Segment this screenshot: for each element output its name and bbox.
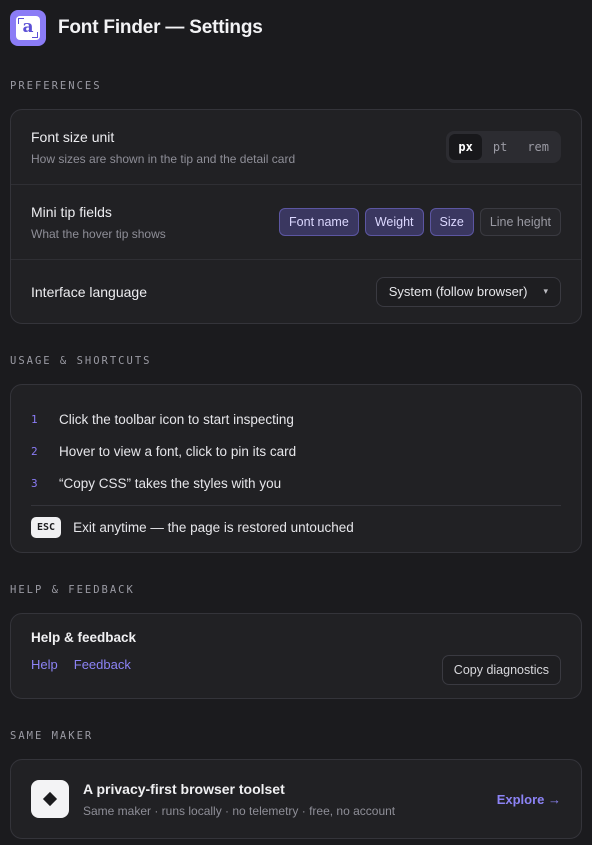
same-maker-card[interactable]: A privacy-first browser toolset Same mak… <box>10 759 582 839</box>
font-size-unit-description: How sizes are shown in the tip and the d… <box>31 151 296 166</box>
chip-line-height[interactable]: Line height <box>479 208 561 236</box>
step-number: 3 <box>31 476 38 490</box>
list-item: 3 “Copy CSS” takes the styles with you <box>31 467 561 499</box>
app-logo-icon: a <box>10 10 46 46</box>
font-size-unit-segmented: px pt rem <box>446 131 561 163</box>
step-text: Click the toolbar icon to start inspecti… <box>59 411 294 427</box>
esc-shortcut-text: Exit anytime — the page is restored unto… <box>73 520 354 535</box>
language-select-value: System (follow browser) <box>388 284 528 299</box>
esc-shortcut-row: ESC Exit anytime — the page is restored … <box>11 506 581 538</box>
section-label-preferences: PREFERENCES <box>10 80 102 92</box>
step-text: “Copy CSS” takes the styles with you <box>59 475 282 491</box>
mini-tip-chips: Font name Weight Size Line height <box>279 208 561 236</box>
maker-subtitle: Same maker · runs locally · no telemetry… <box>83 803 396 818</box>
language-select[interactable]: System (follow browser) ▾ <box>375 276 561 307</box>
step-text: Hover to view a font, click to pin its c… <box>59 443 297 459</box>
font-size-unit-row: Font size unit How sizes are shown in th… <box>11 110 581 184</box>
feedback-link[interactable]: Feedback <box>74 657 131 672</box>
section-label-usage: USAGE & SHORTCUTS <box>10 355 152 367</box>
help-title: Help & feedback <box>31 630 137 645</box>
preferences-card: Font size unit How sizes are shown in th… <box>10 109 582 324</box>
unit-option-px[interactable]: px <box>449 134 482 160</box>
interface-language-row: Interface language System (follow browse… <box>11 259 581 323</box>
header: a Font Finder — Settings <box>10 0 582 56</box>
usage-steps: 1 Click the toolbar icon to start inspec… <box>11 385 581 499</box>
usage-card: 1 Click the toolbar icon to start inspec… <box>10 384 582 553</box>
esc-key-badge: ESC <box>31 517 62 538</box>
section-label-same-maker: SAME MAKER <box>10 730 94 742</box>
help-links: Help Feedback <box>31 657 136 672</box>
mini-tip-fields-row: Mini tip fields What the hover tip shows… <box>11 184 581 259</box>
mini-tip-fields-description: What the hover tip shows <box>31 226 166 241</box>
help-link[interactable]: Help <box>31 657 58 672</box>
unit-option-pt[interactable]: pt <box>484 134 516 160</box>
maker-title: A privacy-first browser toolset <box>83 780 285 797</box>
font-size-unit-title: Font size unit <box>31 128 115 145</box>
mini-tip-fields-title: Mini tip fields <box>31 203 112 220</box>
diamond-icon <box>31 780 69 818</box>
logo-letter: a <box>16 16 40 40</box>
chevron-down-icon: ▾ <box>543 286 548 296</box>
unit-option-rem[interactable]: rem <box>518 134 558 160</box>
section-label-help: HELP & FEEDBACK <box>10 584 135 596</box>
list-item: 2 Hover to view a font, click to pin its… <box>31 435 561 467</box>
page-title: Font Finder — Settings <box>58 17 263 38</box>
chip-weight[interactable]: Weight <box>364 208 424 236</box>
help-card: Help & feedback Help Feedback Copy diagn… <box>10 613 582 699</box>
interface-language-title: Interface language <box>31 283 147 300</box>
chip-font-name[interactable]: Font name <box>279 208 359 236</box>
step-number: 2 <box>31 444 38 458</box>
settings-page: a Font Finder — Settings PREFERENCES Fon… <box>0 0 592 845</box>
explore-link[interactable]: Explore → <box>497 792 561 807</box>
chip-size[interactable]: Size <box>429 208 474 236</box>
step-number: 1 <box>31 412 38 426</box>
list-item: 1 Click the toolbar icon to start inspec… <box>31 403 561 435</box>
copy-diagnostics-button[interactable]: Copy diagnostics <box>441 655 561 685</box>
